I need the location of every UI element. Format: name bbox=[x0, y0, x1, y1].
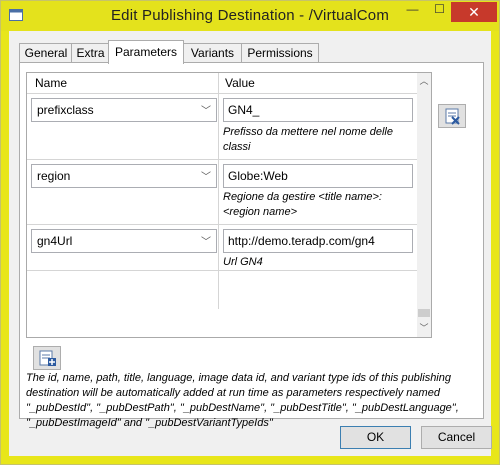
tab-permissions[interactable]: Permissions bbox=[241, 43, 319, 63]
parameter-name-select[interactable]: gn4Url ﹀ bbox=[31, 229, 217, 253]
parameter-name-select[interactable]: prefixclass ﹀ bbox=[31, 98, 217, 122]
parameters-tab-page: Name Value prefixclass ﹀ GN4_ Prefisso d… bbox=[19, 62, 484, 429]
parameters-grid: Name Value prefixclass ﹀ GN4_ Prefisso d… bbox=[26, 72, 432, 338]
maximize-button[interactable]: ☐ bbox=[426, 2, 453, 22]
column-header-value[interactable]: Value bbox=[225, 76, 255, 90]
chevron-down-icon: ﹀ bbox=[201, 172, 211, 183]
grid-header: Name Value bbox=[27, 73, 417, 94]
parameter-value-field[interactable]: GN4_ bbox=[223, 98, 413, 122]
add-icon bbox=[39, 350, 56, 366]
ok-button[interactable]: OK bbox=[340, 426, 411, 449]
minimize-button[interactable]: — bbox=[399, 2, 426, 22]
scroll-up-icon[interactable]: ︿ bbox=[417, 73, 431, 90]
delete-icon bbox=[445, 108, 460, 125]
chevron-down-icon: ﹀ bbox=[201, 237, 211, 248]
parameter-description: Prefisso da mettere nel nome delle class… bbox=[223, 126, 393, 153]
scrollbar-thumb[interactable] bbox=[418, 309, 430, 317]
parameter-description: Regione da gestire <title name>:<region … bbox=[223, 191, 382, 218]
parameter-value-field[interactable]: Globe:Web bbox=[223, 164, 413, 188]
parameter-name-value: region bbox=[37, 169, 71, 183]
tab-variants[interactable]: Variants bbox=[182, 43, 243, 63]
parameter-value-text: Globe:Web bbox=[228, 169, 288, 183]
parameter-name-select[interactable]: region ﹀ bbox=[31, 164, 217, 188]
tab-parameters[interactable]: Parameters bbox=[108, 40, 184, 64]
grid-scrollbar[interactable]: ︿ ﹀ bbox=[417, 73, 431, 337]
parameter-name-value: gn4Url bbox=[37, 234, 73, 248]
close-button[interactable]: ✕ bbox=[451, 2, 497, 22]
dialog-window: Edit Publishing Destination - /VirtualCo… bbox=[0, 0, 500, 465]
info-text: The id, name, path, title, language, ima… bbox=[26, 372, 459, 429]
parameter-description: Url GN4 bbox=[223, 256, 263, 268]
column-header-name[interactable]: Name bbox=[35, 76, 67, 90]
title-bar[interactable]: Edit Publishing Destination - /VirtualCo… bbox=[1, 1, 499, 31]
parameter-row: gn4Url ﹀ http://demo.teradp.com/gn4 Url … bbox=[27, 225, 417, 271]
tab-general[interactable]: General bbox=[19, 43, 73, 63]
tab-extra[interactable]: Extra bbox=[71, 43, 110, 63]
dialog-client: General Extra Parameters Variants Permis… bbox=[9, 31, 492, 456]
parameter-name-value: prefixclass bbox=[37, 103, 94, 117]
parameter-value-text: GN4_ bbox=[228, 103, 260, 117]
scroll-down-icon[interactable]: ﹀ bbox=[417, 320, 431, 337]
delete-parameter-button[interactable] bbox=[438, 104, 466, 128]
parameter-value-text: http://demo.teradp.com/gn4 bbox=[228, 234, 375, 248]
parameter-row: region ﹀ Globe:Web Regione da gestire <t… bbox=[27, 160, 417, 225]
cancel-button[interactable]: Cancel bbox=[421, 426, 492, 449]
parameter-value-field[interactable]: http://demo.teradp.com/gn4 bbox=[223, 229, 413, 253]
parameter-row: prefixclass ﹀ GN4_ Prefisso da mettere n… bbox=[27, 94, 417, 160]
chevron-down-icon: ﹀ bbox=[201, 106, 211, 117]
add-parameter-button[interactable] bbox=[33, 346, 61, 370]
